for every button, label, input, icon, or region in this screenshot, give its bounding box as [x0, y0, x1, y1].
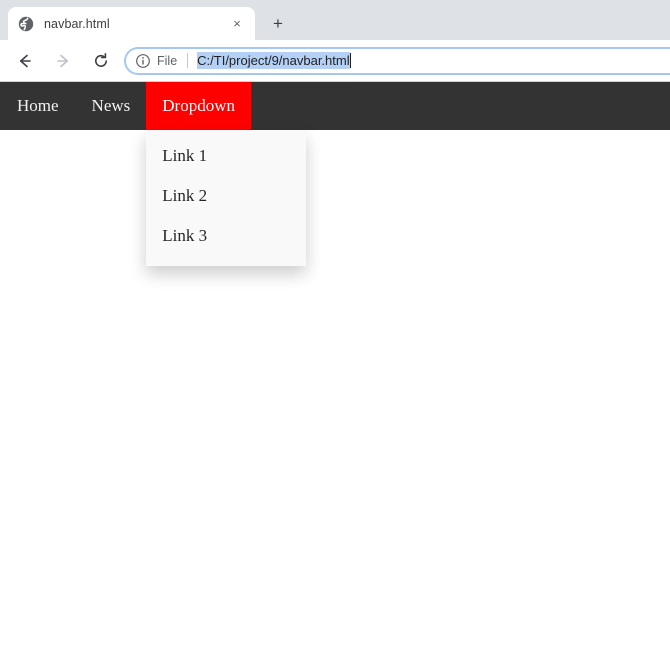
- info-circle-icon[interactable]: [135, 53, 151, 69]
- dropdown-menu: Link 1 Link 2 Link 3: [146, 130, 307, 266]
- omnibox-separator: [187, 53, 189, 68]
- new-tab-button[interactable]: +: [264, 9, 292, 37]
- browser-tab[interactable]: navbar.html ×: [8, 7, 255, 40]
- site-navbar: Home News Dropdown Link 1 Link 2 Link 3: [0, 82, 670, 266]
- url-scheme-label: File: [157, 53, 178, 68]
- forward-arrow-icon: [48, 46, 78, 76]
- dropdown-item-link-1[interactable]: Link 1: [146, 136, 306, 176]
- dropdown-item-link-2[interactable]: Link 2: [146, 176, 306, 216]
- nav-item-home[interactable]: Home: [0, 82, 76, 130]
- dropdown-item-link-3[interactable]: Link 3: [146, 216, 306, 256]
- nav-item-news[interactable]: News: [76, 82, 147, 130]
- reload-icon[interactable]: [86, 46, 116, 76]
- nav-dropdown-container: Dropdown Link 1 Link 2 Link 3: [146, 82, 307, 266]
- address-bar[interactable]: File C:/TI/project/9/navbar.html: [124, 46, 670, 75]
- browser-window: navbar.html × + File C:/TI/project/9/nav…: [0, 0, 670, 670]
- nav-item-dropdown[interactable]: Dropdown: [146, 82, 251, 130]
- close-icon[interactable]: ×: [227, 14, 247, 34]
- globe-icon: [18, 16, 34, 32]
- tab-strip: navbar.html × +: [0, 0, 670, 40]
- back-arrow-icon[interactable]: [10, 46, 40, 76]
- browser-toolbar: File C:/TI/project/9/navbar.html: [0, 40, 670, 82]
- url-input[interactable]: C:/TI/project/9/navbar.html: [197, 52, 350, 69]
- tab-title: navbar.html: [44, 16, 110, 31]
- page-content: Home News Dropdown Link 1 Link 2 Link 3: [0, 82, 670, 668]
